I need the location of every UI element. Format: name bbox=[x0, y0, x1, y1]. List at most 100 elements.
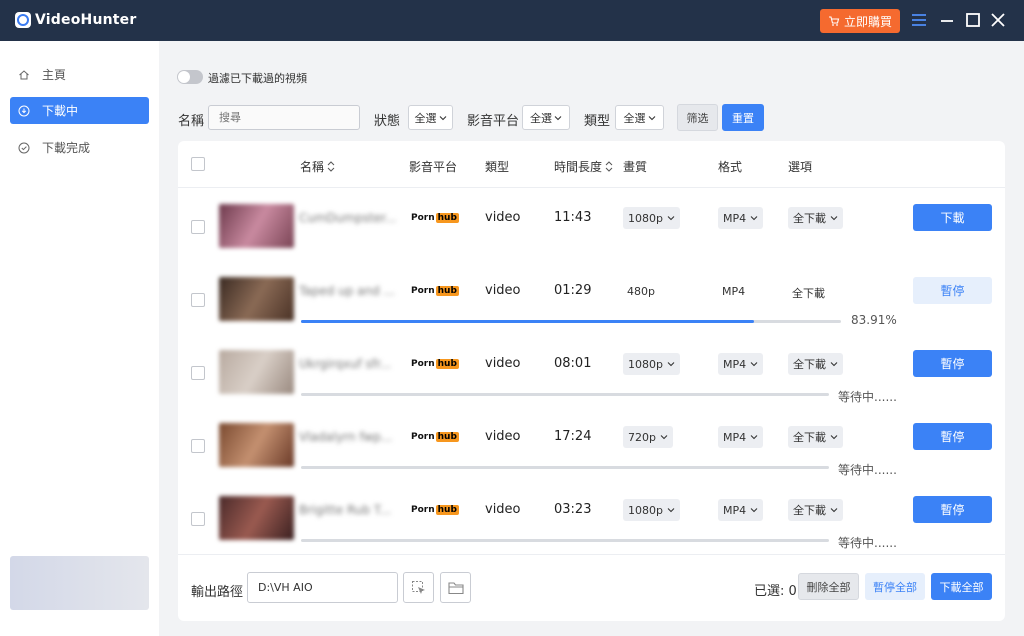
header-name-label: 名稱 bbox=[300, 160, 325, 174]
table-row: CumDumpster... Porn hub video 11:43 1080p… bbox=[178, 197, 1005, 270]
video-title: CumDumpster... bbox=[299, 211, 397, 225]
platform-logo-hub: hub bbox=[435, 505, 459, 515]
option-select[interactable]: 全下載 bbox=[788, 499, 843, 521]
row-checkbox[interactable] bbox=[191, 293, 205, 307]
format-select[interactable]: MP4 bbox=[718, 426, 764, 448]
row-checkbox[interactable] bbox=[191, 220, 205, 234]
format-value: MP4 bbox=[723, 430, 747, 444]
header-platform: 影音平台 bbox=[409, 160, 458, 174]
pause-button[interactable]: 暫停 bbox=[913, 423, 992, 450]
status-select[interactable]: 全選 bbox=[408, 105, 453, 130]
quality-select[interactable]: 720p bbox=[623, 426, 673, 448]
header-format: 格式 bbox=[718, 160, 743, 174]
sidebar: 主頁 下載中 下載完成 bbox=[0, 41, 159, 636]
platform-logo-text: Porn bbox=[411, 505, 435, 515]
maximize-icon[interactable] bbox=[964, 11, 982, 29]
select-all-checkbox[interactable] bbox=[191, 157, 205, 171]
platform-select-value: 全選 bbox=[530, 111, 552, 125]
chevron-down-icon bbox=[830, 435, 838, 440]
video-type: video bbox=[485, 356, 521, 371]
table-row: Ukrgirqxuf sfr... Porn hub video 08:01 10… bbox=[178, 343, 1005, 416]
option-select[interactable]: 全下載 bbox=[788, 207, 843, 229]
chevron-down-icon bbox=[750, 508, 758, 513]
select-folder-button[interactable] bbox=[403, 572, 434, 603]
sidebar-item-home[interactable]: 主頁 bbox=[10, 61, 149, 88]
sidebar-item-completed[interactable]: 下載完成 bbox=[10, 134, 149, 161]
delete-all-button[interactable]: 刪除全部 bbox=[798, 573, 859, 600]
progress-text: 等待中...... bbox=[838, 390, 897, 404]
row-checkbox[interactable] bbox=[191, 366, 205, 380]
pornhub-logo: Porn hub bbox=[411, 359, 459, 369]
platform-select[interactable]: 全選 bbox=[522, 105, 570, 130]
status-filter-label: 狀態 bbox=[374, 114, 401, 129]
video-duration: 08:01 bbox=[554, 356, 592, 371]
chevron-down-icon bbox=[830, 216, 838, 221]
download-icon bbox=[18, 105, 30, 116]
open-folder-button[interactable] bbox=[440, 572, 471, 603]
chevron-down-icon bbox=[667, 508, 675, 513]
filter-downloaded-toggle[interactable] bbox=[177, 70, 203, 84]
status-select-value: 全選 bbox=[414, 111, 437, 125]
platform-logo-text: Porn bbox=[411, 213, 435, 223]
format-value: MP4 bbox=[723, 357, 747, 371]
filter-downloaded-label: 過濾已下載過的視頻 bbox=[208, 72, 307, 85]
quality-select[interactable]: 1080p bbox=[623, 353, 680, 375]
format-select[interactable]: MP4 bbox=[718, 499, 764, 521]
pause-all-button[interactable]: 暫停全部 bbox=[865, 573, 925, 600]
header-name[interactable]: 名稱 bbox=[300, 158, 335, 175]
progress-text: 等待中...... bbox=[838, 463, 897, 477]
filter-button[interactable]: 筛选 bbox=[677, 104, 718, 131]
video-type: video bbox=[485, 429, 521, 444]
progress-fill bbox=[301, 320, 755, 323]
video-title: Vladalyrn fwp... bbox=[299, 430, 393, 444]
video-duration: 17:24 bbox=[554, 429, 592, 444]
pause-button[interactable]: 暫停 bbox=[913, 350, 992, 377]
progress-text: 83.91% bbox=[851, 313, 897, 327]
row-checkbox[interactable] bbox=[191, 439, 205, 453]
folder-icon bbox=[447, 581, 464, 594]
close-icon[interactable] bbox=[989, 11, 1007, 29]
download-button[interactable]: 下載 bbox=[913, 204, 992, 231]
buy-now-label: 立即購買 bbox=[843, 14, 892, 29]
table-row: Brigitte Rub T... Porn hub video 03:23 10… bbox=[178, 489, 1005, 562]
option-select[interactable]: 全下載 bbox=[788, 353, 843, 375]
output-path-field[interactable]: D:\VH AIO bbox=[247, 572, 398, 603]
chevron-down-icon bbox=[439, 115, 446, 120]
platform-logo-hub: hub bbox=[435, 213, 459, 223]
option-value: 全下載 bbox=[793, 431, 826, 444]
format-select[interactable]: MP4 bbox=[718, 353, 764, 375]
cart-icon bbox=[828, 16, 840, 26]
header-quality: 畫質 bbox=[623, 160, 648, 174]
pause-button[interactable]: 暫停 bbox=[913, 496, 992, 523]
menu-icon[interactable] bbox=[910, 11, 928, 29]
selected-count: 已選: 0 bbox=[754, 584, 797, 599]
reset-button[interactable]: 重置 bbox=[722, 104, 764, 131]
platform-logo-hub: hub bbox=[435, 359, 459, 369]
format-value: MP4 bbox=[722, 285, 746, 298]
option-select[interactable]: 全下載 bbox=[788, 426, 843, 448]
type-select[interactable]: 全選 bbox=[615, 105, 664, 130]
quality-select[interactable]: 1080p bbox=[623, 207, 680, 229]
format-select[interactable]: MP4 bbox=[718, 207, 764, 229]
promo-banner[interactable] bbox=[10, 556, 149, 610]
progress-bar bbox=[301, 539, 829, 542]
check-circle-icon bbox=[18, 142, 30, 153]
video-thumbnail bbox=[219, 350, 294, 394]
search-input[interactable] bbox=[208, 105, 360, 130]
option-value: 全下載 bbox=[793, 358, 826, 371]
quality-select[interactable]: 1080p bbox=[623, 499, 680, 521]
pause-button[interactable]: 暫停 bbox=[913, 277, 992, 304]
download-all-button[interactable]: 下載全部 bbox=[931, 573, 992, 600]
video-duration: 11:43 bbox=[554, 210, 592, 225]
row-checkbox[interactable] bbox=[191, 512, 205, 526]
chevron-down-icon bbox=[750, 435, 758, 440]
table-row: Vladalyrn fwp... Porn hub video 17:24 720… bbox=[178, 416, 1005, 489]
platform-logo-hub: hub bbox=[435, 286, 459, 296]
header-duration[interactable]: 時間長度 bbox=[554, 158, 613, 175]
footer-bar: 輸出路徑 D:\VH AIO 已選: 0 刪除全部 暫停全部 下載全部 bbox=[178, 554, 1005, 621]
minimize-icon[interactable] bbox=[938, 11, 956, 29]
header-type: 類型 bbox=[485, 160, 510, 174]
buy-now-button[interactable]: 立即購買 bbox=[820, 9, 900, 33]
title-bar: VideoHunter 立即購買 bbox=[0, 0, 1024, 41]
sidebar-item-downloading[interactable]: 下載中 bbox=[10, 97, 149, 124]
